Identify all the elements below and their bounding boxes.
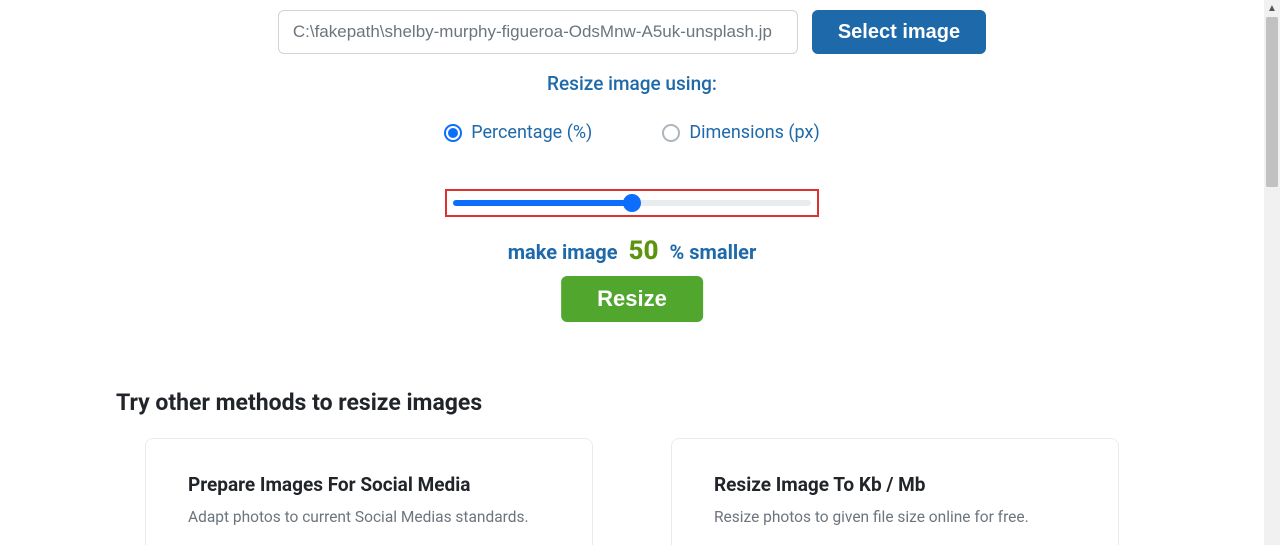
- card-social-media[interactable]: Prepare Images For Social Media Adapt ph…: [145, 438, 593, 545]
- radio-percentage-label: Percentage (%): [471, 122, 592, 143]
- card-resize-kb-mb[interactable]: Resize Image To Kb / Mb Resize photos to…: [671, 438, 1119, 545]
- file-path-input[interactable]: [278, 10, 798, 54]
- radio-checked-icon: [444, 124, 462, 142]
- slider-thumb[interactable]: [623, 194, 641, 212]
- card-title: Prepare Images For Social Media: [188, 473, 550, 496]
- card-desc: Resize photos to given file size online …: [714, 506, 1076, 528]
- resize-button[interactable]: Resize: [561, 276, 703, 322]
- other-methods-heading: Try other methods to resize images: [116, 389, 482, 416]
- resize-summary-prefix: make image: [508, 240, 618, 264]
- radio-dimensions[interactable]: Dimensions (px): [662, 122, 819, 143]
- select-image-button[interactable]: Select image: [812, 10, 986, 54]
- resize-using-heading: Resize image using:: [0, 72, 1264, 95]
- radio-unchecked-icon: [662, 124, 680, 142]
- card-desc: Adapt photos to current Social Medias st…: [188, 506, 550, 528]
- radio-dimensions-label: Dimensions (px): [689, 122, 819, 143]
- vertical-scrollbar[interactable]: ▲: [1264, 0, 1280, 545]
- scroll-up-arrow-icon[interactable]: ▲: [1264, 0, 1280, 16]
- radio-percentage[interactable]: Percentage (%): [444, 122, 592, 143]
- scrollbar-thumb[interactable]: [1266, 17, 1278, 187]
- resize-summary: make image 50 % smaller: [0, 236, 1264, 266]
- resize-summary-value: 50: [623, 236, 665, 266]
- resize-summary-suffix: % smaller: [670, 240, 757, 264]
- card-title: Resize Image To Kb / Mb: [714, 473, 1076, 496]
- resize-percentage-slider[interactable]: [445, 189, 819, 217]
